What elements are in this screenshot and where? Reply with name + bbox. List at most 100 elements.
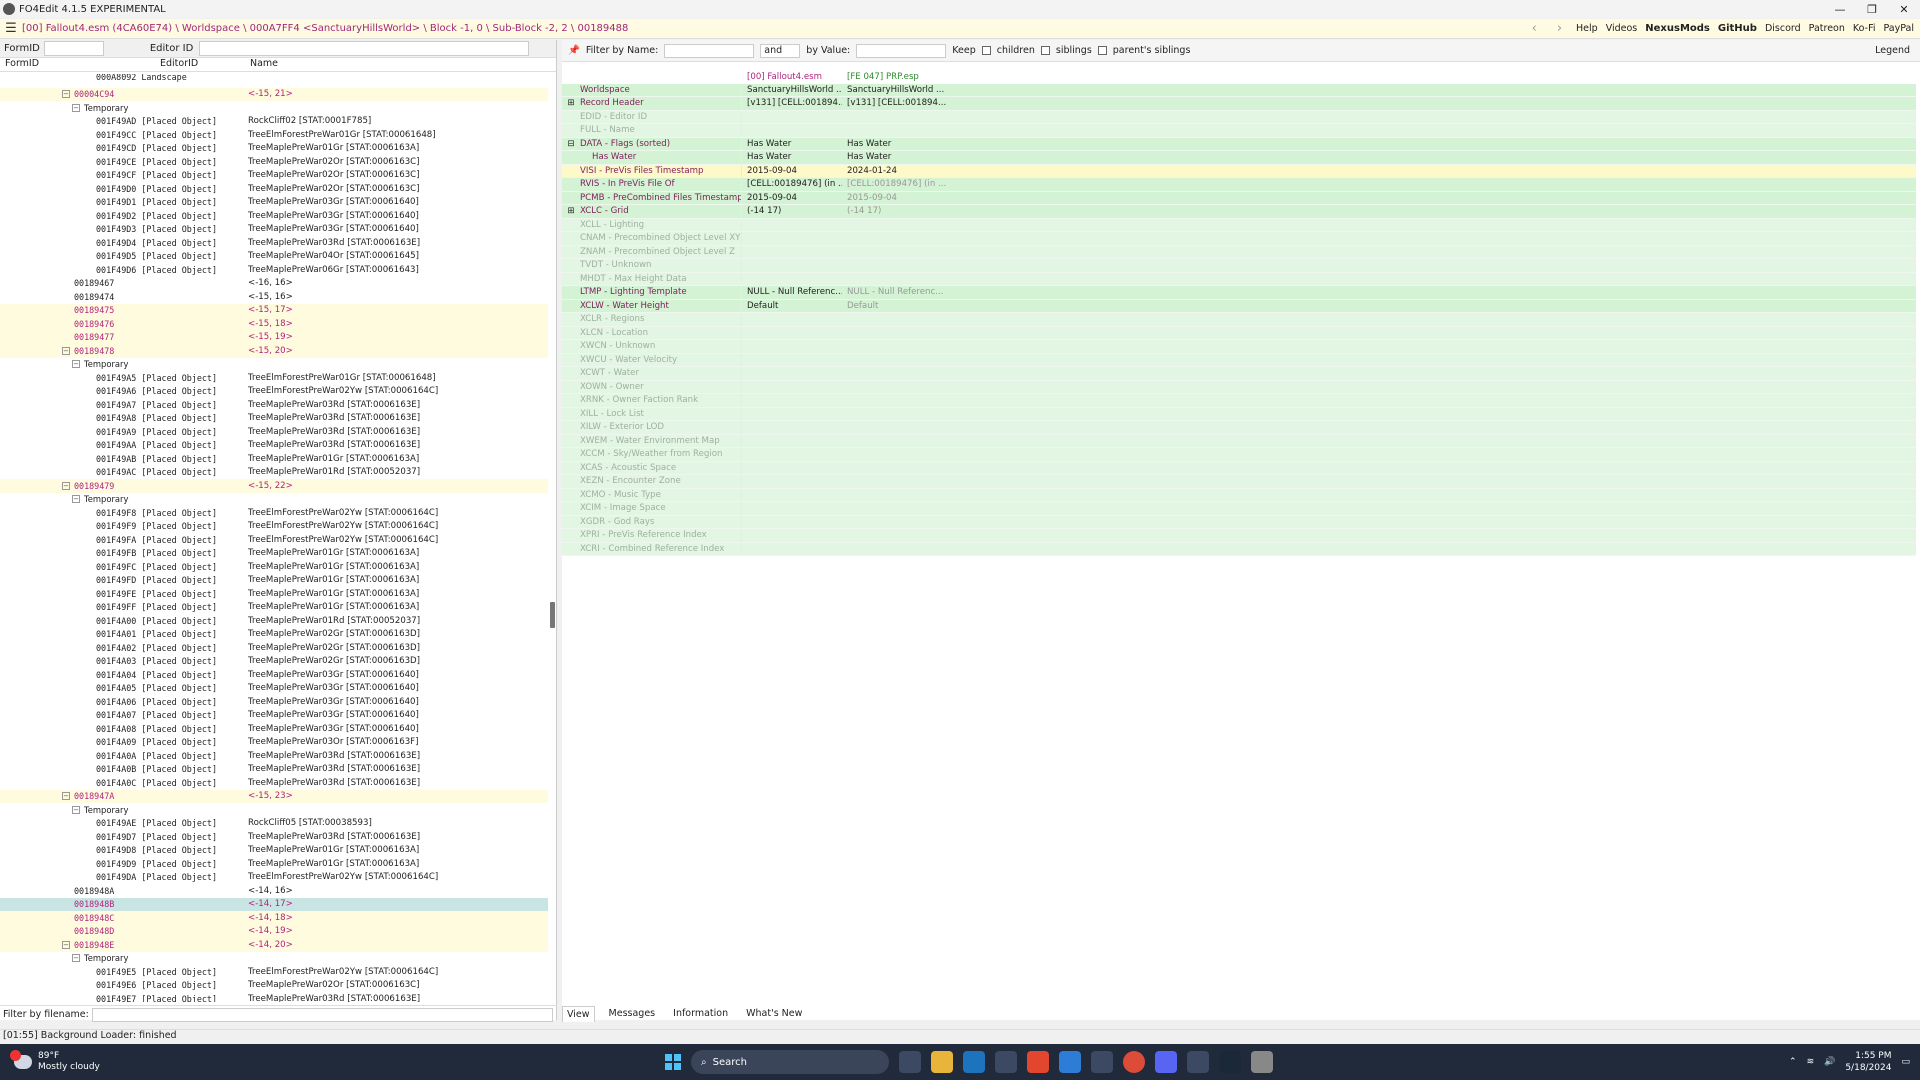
- taskbar-search[interactable]: ⌕ Search: [691, 1050, 889, 1074]
- tree-row[interactable]: 001F49FD [Placed Object] TreeMaplePreWar0…: [0, 574, 548, 588]
- patreon-link[interactable]: Patreon: [1809, 23, 1845, 34]
- tree-row[interactable]: 001F49E6 [Placed Object] TreeMaplePreWar0…: [0, 979, 548, 993]
- tray-chevron-icon[interactable]: ⌃: [1789, 1057, 1797, 1067]
- github-link[interactable]: GitHub: [1718, 23, 1757, 34]
- tree-row[interactable]: −00189479 <-15, 22>: [0, 479, 548, 493]
- tree-row[interactable]: 00189476 <-15, 18>: [0, 317, 548, 331]
- discord-link[interactable]: Discord: [1765, 23, 1801, 34]
- record-field-row[interactable]: XGDR - God Rays: [562, 515, 1916, 529]
- tree-row[interactable]: 001F49D8 [Placed Object] TreeMaplePreWar0…: [0, 844, 548, 858]
- notifications-icon[interactable]: ▭: [1901, 1057, 1910, 1067]
- tree-row[interactable]: 0018948D <-14, 19>: [0, 924, 548, 938]
- formid-search-input[interactable]: [43, 41, 104, 56]
- collapse-icon[interactable]: −: [72, 495, 80, 504]
- pin-icon[interactable]: 📌: [568, 45, 580, 56]
- record-field-row[interactable]: XILL - Lock List: [562, 407, 1916, 421]
- tree-row[interactable]: 001F4A07 [Placed Object] TreeMaplePreWar0…: [0, 709, 548, 723]
- tree-row[interactable]: 001F49D4 [Placed Object] TreeMaplePreWar0…: [0, 236, 548, 250]
- siblings-checkbox[interactable]: [1040, 46, 1050, 55]
- app-gamepad-icon[interactable]: [1091, 1051, 1113, 1073]
- master-value[interactable]: Default: [742, 301, 842, 311]
- forward-arrow-icon[interactable]: ›: [1557, 21, 1562, 36]
- record-field-row[interactable]: XCLL - Lighting: [562, 218, 1916, 232]
- fo4edit-icon[interactable]: [1251, 1051, 1273, 1073]
- tree-row[interactable]: 0018948B <-14, 17>: [0, 897, 548, 911]
- record-field-row[interactable]: XCMO - Music Type: [562, 488, 1916, 502]
- record-field-row[interactable]: XCRI - Combined Reference Index: [562, 542, 1916, 556]
- tree-row[interactable]: 001F4A04 [Placed Object] TreeMaplePreWar0…: [0, 668, 548, 682]
- master-value[interactable]: (-14 17): [742, 206, 842, 216]
- tree-scrollbar[interactable]: [550, 602, 555, 628]
- record-field-row[interactable]: XCWT - Water: [562, 367, 1916, 381]
- record-field-row[interactable]: XCCM - Sky/Weather from Region: [562, 448, 1916, 462]
- tree-row[interactable]: 00189477 <-15, 19>: [0, 330, 548, 344]
- tree-row[interactable]: 001F49A5 [Placed Object] TreeElmForestPre…: [0, 371, 548, 385]
- record-field-row[interactable]: ⊟ DATA - Flags (sorted) Has Water Has Water: [562, 137, 1916, 151]
- record-field-row[interactable]: XRNK - Owner Faction Rank: [562, 394, 1916, 408]
- record-field-row[interactable]: RVIS - In PreVis File Of [CELL:00189476] …: [562, 178, 1916, 192]
- plugin-value[interactable]: [CELL:00189476] (in ...: [842, 179, 1916, 189]
- tree-row[interactable]: 001F49CE [Placed Object] TreeMaplePreWar0…: [0, 155, 548, 169]
- tree-row[interactable]: 001F49FE [Placed Object] TreeMaplePreWar0…: [0, 587, 548, 601]
- nexusmods-link[interactable]: NexusMods: [1645, 23, 1710, 34]
- back-arrow-icon[interactable]: ‹: [1532, 21, 1537, 36]
- plugin-value[interactable]: Has Water: [842, 139, 1916, 149]
- plugin-value[interactable]: SanctuaryHillsWorld ...: [842, 85, 1916, 95]
- kofi-link[interactable]: Ko-Fi: [1853, 23, 1876, 34]
- tree-row[interactable]: 001F49FF [Placed Object] TreeMaplePreWar0…: [0, 601, 548, 615]
- tree-row[interactable]: 001F49A7 [Placed Object] TreeMaplePreWar0…: [0, 398, 548, 412]
- record-field-row[interactable]: FULL - Name: [562, 124, 1916, 138]
- record-field-row[interactable]: XCLW - Water Height Default Default: [562, 299, 1916, 313]
- tree-row[interactable]: 001F4A01 [Placed Object] TreeMaplePreWar0…: [0, 628, 548, 642]
- wifi-icon[interactable]: ≋: [1807, 1057, 1815, 1067]
- record-field-row[interactable]: XWEM - Water Environment Map: [562, 434, 1916, 448]
- tree-group-row[interactable]: − Temporary: [0, 358, 548, 372]
- collapse-icon[interactable]: −: [72, 360, 80, 369]
- videos-link[interactable]: Videos: [1606, 23, 1638, 34]
- tree-group-row[interactable]: − Temporary: [0, 101, 548, 115]
- tree-row[interactable]: 001F4A05 [Placed Object] TreeMaplePreWar0…: [0, 682, 548, 696]
- column-name[interactable]: Name: [245, 58, 278, 71]
- tree-row[interactable]: 001F49CD [Placed Object] TreeMaplePreWar0…: [0, 142, 548, 156]
- tree-group-row[interactable]: − Temporary: [0, 952, 548, 966]
- dell-icon[interactable]: [963, 1051, 985, 1073]
- collapse-icon[interactable]: −: [72, 805, 80, 814]
- expand-field-icon[interactable]: ⊟: [562, 139, 580, 149]
- tree-row[interactable]: 001F4A02 [Placed Object] TreeMaplePreWar0…: [0, 641, 548, 655]
- tree-row[interactable]: 00189474 <-15, 16>: [0, 290, 548, 304]
- plugin-value[interactable]: Default: [842, 301, 1916, 311]
- app-red-icon[interactable]: [1027, 1051, 1049, 1073]
- chrome-icon[interactable]: [1123, 1051, 1145, 1073]
- tree-row[interactable]: 00189475 <-15, 17>: [0, 303, 548, 317]
- discord-icon[interactable]: [1155, 1051, 1177, 1073]
- maximize-button[interactable]: ❐: [1856, 3, 1888, 16]
- tree-row[interactable]: 001F49AE [Placed Object] RockCliff05 [STA…: [0, 817, 548, 831]
- tree-row[interactable]: −00004C94 <-15, 21>: [0, 87, 548, 101]
- tree-row[interactable]: 001F49FC [Placed Object] TreeMaplePreWar0…: [0, 560, 548, 574]
- tree-row[interactable]: 001F49D6 [Placed Object] TreeMaplePreWar0…: [0, 263, 548, 277]
- tree-row[interactable]: 001F49D3 [Placed Object] TreeMaplePreWar0…: [0, 223, 548, 237]
- app-dark-icon[interactable]: [1187, 1051, 1209, 1073]
- record-field-row[interactable]: MHDT - Max Height Data: [562, 272, 1916, 286]
- filter-value-input[interactable]: [856, 43, 947, 58]
- tree-row[interactable]: 001F4A0A [Placed Object] TreeMaplePreWar0…: [0, 749, 548, 763]
- record-field-row[interactable]: PCMB - PreCombined Files Timestamp 2015-0…: [562, 191, 1916, 205]
- tree-row[interactable]: 001F4A00 [Placed Object] TreeMaplePreWar0…: [0, 614, 548, 628]
- master-value[interactable]: Has Water: [742, 139, 842, 149]
- volume-icon[interactable]: 🔊: [1824, 1057, 1835, 1067]
- paypal-link[interactable]: PayPal: [1883, 23, 1914, 34]
- tree-row[interactable]: 001F49FB [Placed Object] TreeMaplePreWar0…: [0, 547, 548, 561]
- tree-row[interactable]: 001F49D2 [Placed Object] TreeMaplePreWar0…: [0, 209, 548, 223]
- record-field-row[interactable]: TVDT - Unknown: [562, 259, 1916, 273]
- legend-button[interactable]: Legend: [1875, 45, 1920, 56]
- tab-whats-new[interactable]: What's New: [742, 1006, 806, 1022]
- hamburger-menu-icon[interactable]: ☰: [0, 21, 22, 36]
- close-button[interactable]: ✕: [1888, 3, 1920, 16]
- tree-row[interactable]: 001F4A0C [Placed Object] TreeMaplePreWar0…: [0, 776, 548, 790]
- tree-row[interactable]: 001F4A06 [Placed Object] TreeMaplePreWar0…: [0, 695, 548, 709]
- record-field-row[interactable]: XEZN - Encounter Zone: [562, 475, 1916, 489]
- tree-group-row[interactable]: − Temporary: [0, 493, 548, 507]
- collapse-icon[interactable]: −: [72, 954, 80, 963]
- weather-widget[interactable]: 89°F Mostly cloudy: [0, 1050, 100, 1073]
- master-value[interactable]: NULL - Null Referenc...: [742, 287, 842, 297]
